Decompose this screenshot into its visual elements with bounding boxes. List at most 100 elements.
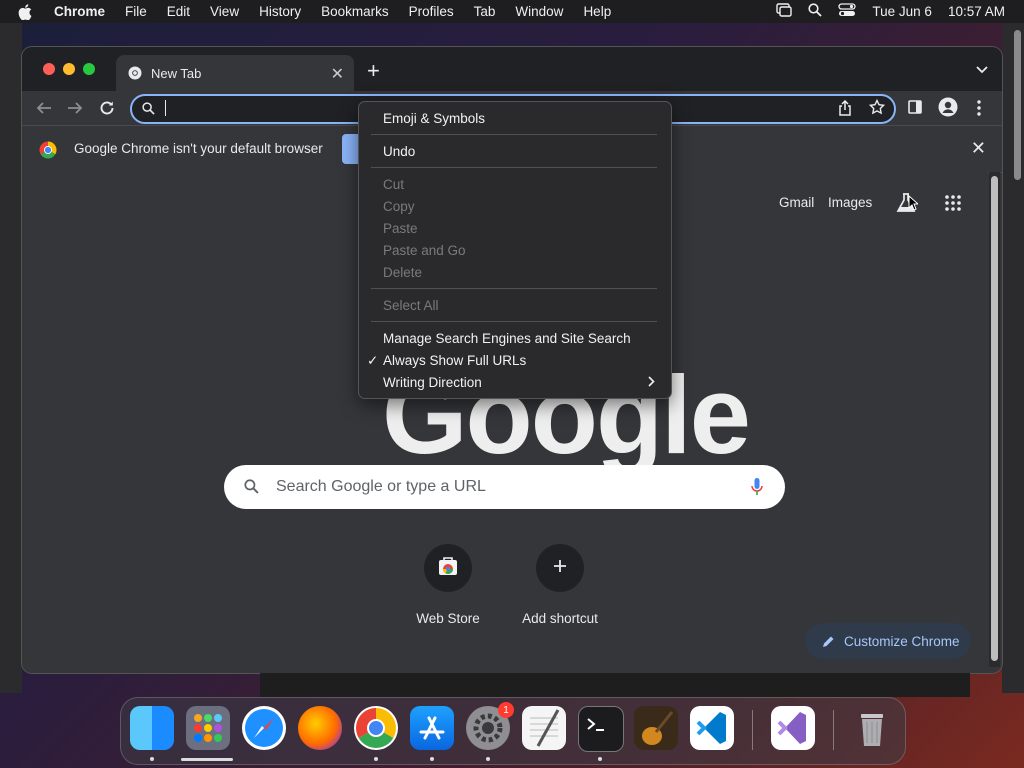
omnibox-search-icon [142, 102, 155, 120]
google-apps-grid-icon[interactable] [945, 195, 961, 216]
firefox-icon[interactable] [298, 706, 342, 750]
running-indicator [374, 757, 378, 761]
control-center-icon[interactable] [838, 3, 857, 20]
menu-profiles[interactable]: Profiles [409, 4, 454, 19]
running-indicator [430, 757, 434, 761]
chrome-favicon-icon [128, 66, 142, 83]
menu-item-always-show-full-urls[interactable]: Always Show Full URLs [383, 353, 526, 368]
launchpad-icon[interactable] [186, 706, 230, 750]
page-scrollbar[interactable] [989, 172, 1000, 667]
ntp-search-icon [244, 479, 259, 499]
gmail-link[interactable]: Gmail [779, 195, 814, 210]
side-panel-icon[interactable] [908, 100, 922, 119]
customize-chrome-label: Customize Chrome [844, 633, 960, 649]
dock: 1 [120, 697, 906, 765]
shortcut-circle [536, 544, 584, 592]
menu-separator [371, 167, 657, 168]
background-window-left [0, 23, 22, 693]
close-window-button[interactable] [43, 63, 55, 75]
settings-notification-badge: 1 [498, 702, 514, 718]
infobar-close-icon[interactable]: ✕ [971, 138, 986, 159]
background-window-strip [260, 673, 970, 697]
menu-bar-date[interactable]: Tue Jun 6 [872, 4, 932, 19]
reload-icon[interactable] [99, 100, 115, 121]
textedit-icon[interactable] [522, 706, 566, 750]
shortcut-circle [424, 544, 472, 592]
menu-file[interactable]: File [125, 4, 147, 19]
customize-chrome-button[interactable]: Customize Chrome [805, 623, 971, 659]
ntp-search-box[interactable]: Search Google or type a URL [224, 465, 785, 509]
shortcut-label: Add shortcut [522, 611, 598, 626]
profile-avatar-icon[interactable] [938, 97, 958, 122]
checkmark-icon: ✓ [367, 353, 379, 368]
menu-item-undo[interactable]: Undo [383, 144, 415, 159]
tab-title: New Tab [151, 65, 202, 81]
mouse-pointer-icon [908, 194, 920, 216]
trash-icon[interactable] [850, 706, 894, 750]
tab-strip: New Tab ✕ + [22, 47, 1002, 91]
menu-help[interactable]: Help [583, 4, 611, 19]
shortcut-web-store[interactable]: Web Store [398, 544, 498, 626]
chrome-logo-icon [39, 141, 57, 164]
omnibox-caret [165, 100, 166, 116]
share-icon[interactable] [838, 99, 852, 121]
menu-history[interactable]: History [259, 4, 301, 19]
terminal-icon[interactable] [578, 706, 624, 752]
menu-item-copy[interactable]: Copy [383, 199, 415, 214]
zoom-window-button[interactable] [83, 63, 95, 75]
menu-app-name[interactable]: Chrome [54, 4, 105, 19]
background-window-scrollbar[interactable] [1014, 30, 1021, 180]
spotlight-search-icon[interactable] [808, 3, 823, 20]
tab-search-chevron-icon[interactable] [976, 61, 988, 79]
apple-icon[interactable] [18, 3, 34, 20]
pencil-icon [822, 635, 835, 648]
vscode-icon[interactable] [690, 706, 734, 750]
screen-mirroring-icon[interactable] [776, 3, 793, 20]
forward-arrow-icon[interactable] [67, 100, 83, 121]
tab-new-tab[interactable]: New Tab ✕ [116, 55, 354, 91]
add-shortcut-button[interactable]: Add shortcut [510, 544, 610, 626]
running-indicator [150, 757, 154, 761]
images-link[interactable]: Images [828, 195, 872, 210]
menu-bar-status: Tue Jun 6 10:57 AM [776, 0, 1005, 23]
ntp-search-placeholder: Search Google or type a URL [276, 478, 486, 495]
running-indicator [486, 757, 490, 761]
page-scrollbar-thumb[interactable] [991, 176, 998, 661]
menu-item-select-all[interactable]: Select All [383, 298, 439, 313]
menu-item-manage-search-engines[interactable]: Manage Search Engines and Site Search [383, 331, 631, 346]
plus-icon [553, 559, 567, 578]
menu-tab[interactable]: Tab [474, 4, 496, 19]
menu-item-paste-and-go[interactable]: Paste and Go [383, 243, 466, 258]
safari-icon[interactable] [242, 706, 286, 750]
infobar-message: Google Chrome isn't your default browser [74, 141, 323, 156]
minimize-window-button[interactable] [63, 63, 75, 75]
shortcut-label: Web Store [416, 611, 480, 626]
finder-icon[interactable] [130, 706, 174, 750]
chrome-menu-icon[interactable] [977, 100, 981, 121]
menu-bookmarks[interactable]: Bookmarks [321, 4, 389, 19]
launchpad-indicator [181, 758, 233, 761]
garageband-icon[interactable] [634, 706, 678, 750]
chrome-icon[interactable] [354, 706, 398, 750]
menu-bar: Chrome File Edit View History Bookmarks … [0, 0, 1024, 23]
web-store-icon [438, 556, 458, 581]
menu-item-delete[interactable]: Delete [383, 265, 422, 280]
menu-edit[interactable]: Edit [167, 4, 190, 19]
running-indicator [598, 757, 602, 761]
bookmark-star-icon[interactable] [868, 98, 886, 120]
tab-close-icon[interactable]: ✕ [331, 64, 344, 84]
menu-item-emoji-symbols[interactable]: Emoji & Symbols [383, 111, 485, 126]
app-store-icon[interactable] [410, 706, 454, 750]
visual-studio-icon[interactable] [771, 706, 815, 750]
menu-bar-time[interactable]: 10:57 AM [948, 4, 1005, 19]
voice-search-mic-icon[interactable] [751, 477, 763, 502]
menu-item-writing-direction[interactable]: Writing Direction [383, 375, 482, 390]
menu-item-cut[interactable]: Cut [383, 177, 404, 192]
new-tab-button[interactable]: + [367, 58, 380, 84]
menu-item-paste[interactable]: Paste [383, 221, 418, 236]
back-arrow-icon[interactable] [36, 100, 52, 121]
menu-separator [371, 321, 657, 322]
menu-window[interactable]: Window [515, 4, 563, 19]
menu-view[interactable]: View [210, 4, 239, 19]
menu-separator [371, 288, 657, 289]
